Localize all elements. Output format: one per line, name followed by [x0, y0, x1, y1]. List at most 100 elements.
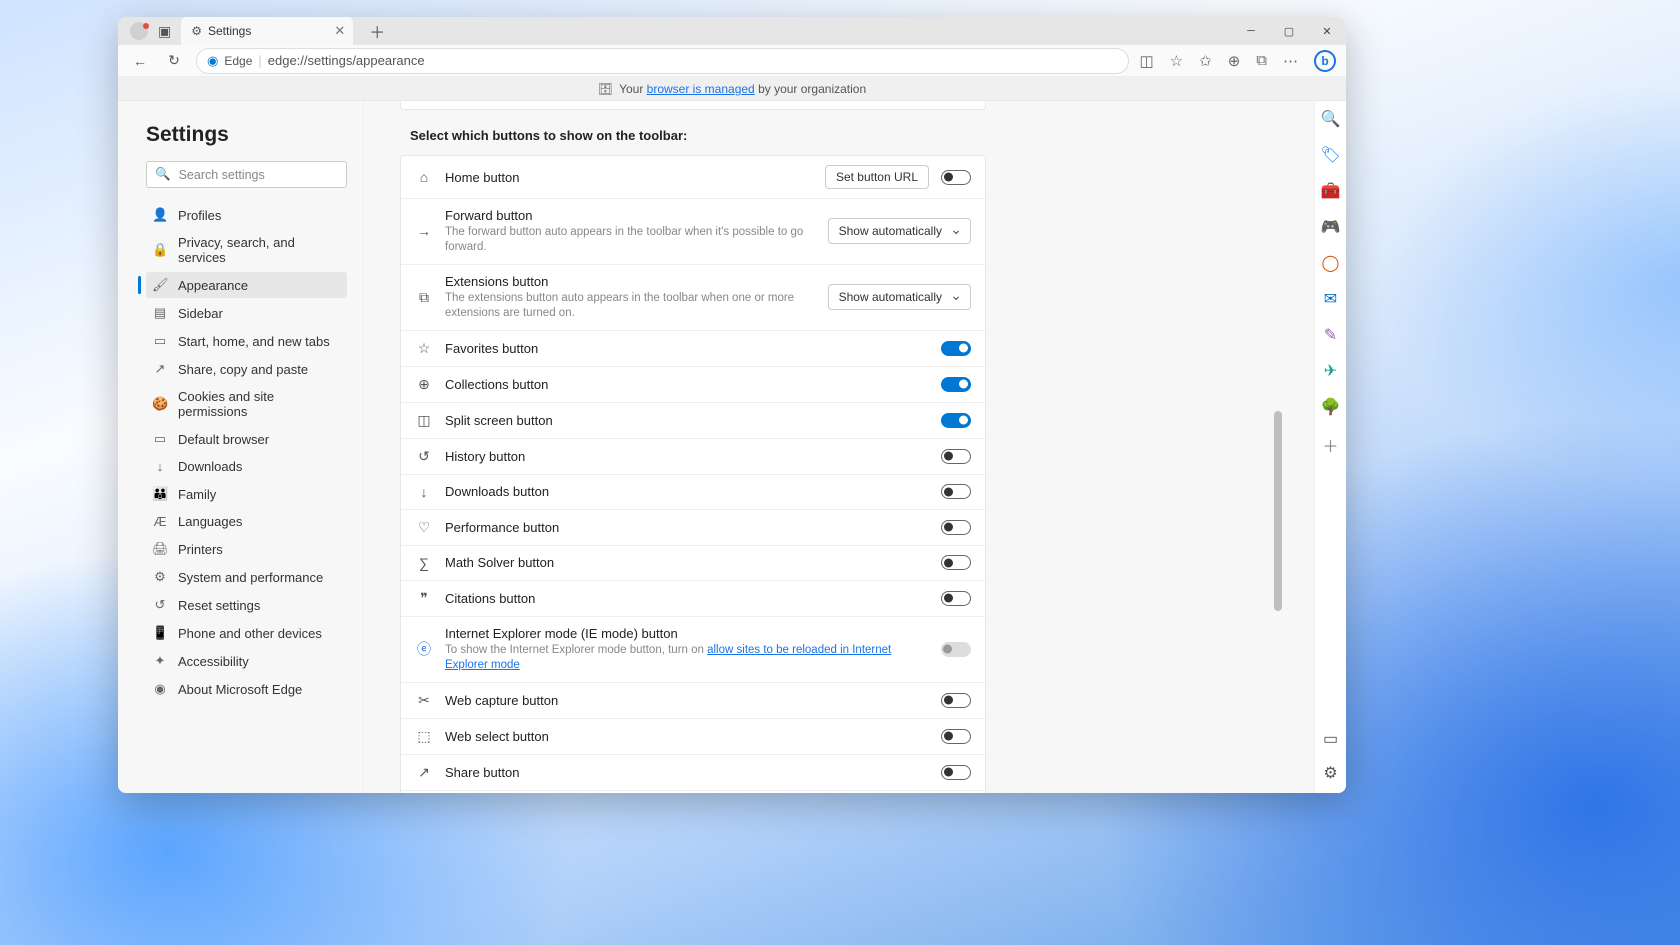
rail-edit-icon[interactable]: ✎ — [1324, 325, 1337, 345]
sidebar-item-start[interactable]: ▭Start, home, and new tabs — [146, 328, 347, 354]
sidebar-item-printers[interactable]: 🖨Printers — [146, 536, 347, 562]
set-home-url-button[interactable]: Set button URL — [825, 165, 929, 189]
sidebar-item-default-browser[interactable]: ▭Default browser — [146, 426, 347, 452]
row-downloads: ↓ Downloads button — [401, 475, 985, 510]
section-title: Select which buttons to show on the tool… — [400, 110, 986, 155]
share-toggle[interactable] — [941, 765, 971, 780]
row-ie-mode: ⓔ Internet Explorer mode (IE mode) butto… — [401, 617, 985, 683]
row-webselect: ⬚ Web select button — [401, 719, 985, 755]
search-settings-input[interactable]: 🔍 Search settings — [146, 161, 347, 188]
search-icon: 🔍 — [155, 167, 171, 182]
maximize-button[interactable]: ▢ — [1270, 17, 1308, 45]
back-button[interactable]: ← — [128, 49, 152, 73]
row-favorites: ☆ Favorites button — [401, 331, 985, 367]
sidebar-item-phone[interactable]: 📱Phone and other devices — [146, 620, 347, 646]
more-icon[interactable]: ⋯ — [1283, 52, 1298, 70]
rail-drop-icon[interactable]: ✈ — [1324, 361, 1337, 381]
row-forward: → Forward button The forward button auto… — [401, 199, 985, 265]
row-collections: ⊕ Collections button — [401, 367, 985, 403]
splitscreen-toggle[interactable] — [941, 413, 971, 428]
math-icon: ∑ — [415, 555, 433, 571]
minimize-button[interactable]: ─ — [1232, 17, 1270, 45]
toolbar-buttons-card: ⌂ Home button Set button URL → Forward b… — [400, 155, 986, 793]
sidebar-item-profiles[interactable]: 👤Profiles — [146, 202, 347, 228]
webcapture-toggle[interactable] — [941, 693, 971, 708]
extensions-row-icon: ⧉ — [415, 289, 433, 306]
tab-settings[interactable]: ⚙ Settings ✕ — [181, 17, 353, 45]
favorites-toggle[interactable] — [941, 341, 971, 356]
profile-avatar-icon[interactable] — [130, 22, 148, 40]
system-icon: ⚙ — [152, 569, 168, 585]
performance-toggle[interactable] — [941, 520, 971, 535]
favorite-star-icon[interactable]: ☆ — [1170, 52, 1183, 70]
home-toggle[interactable] — [941, 170, 971, 185]
sidebar-item-about[interactable]: ◉About Microsoft Edge — [146, 676, 347, 702]
sidebar-item-share[interactable]: ↗Share, copy and paste — [146, 356, 347, 382]
star-icon: ☆ — [415, 340, 433, 357]
scrollbar[interactable] — [1273, 101, 1282, 793]
rail-outlook-icon[interactable]: ✉ — [1324, 289, 1337, 309]
edge-logo-icon: ◉ — [207, 53, 218, 69]
rail-office-icon[interactable]: ◯ — [1322, 253, 1340, 273]
edge-sidebar: 🔍 🏷 🧰 🎮 ◯ ✉ ✎ ✈ 🌳 ＋ ▭ ⚙ — [1314, 101, 1346, 793]
sidebar-item-downloads[interactable]: ↓Downloads — [146, 454, 347, 479]
history-toggle[interactable] — [941, 449, 971, 464]
bing-chat-icon[interactable]: b — [1314, 50, 1336, 72]
history-icon: ↺ — [415, 448, 433, 465]
rail-games-icon[interactable]: 🎮 — [1321, 217, 1341, 237]
collections-icon[interactable]: ⊕ — [1228, 52, 1241, 70]
sidebar-item-sidebar[interactable]: ▤Sidebar — [146, 300, 347, 326]
printer-icon: 🖨 — [152, 541, 168, 557]
sidebar-icon: ▤ — [152, 305, 168, 321]
collections-toggle[interactable] — [941, 377, 971, 392]
extensions-icon[interactable]: ⧉ — [1256, 52, 1267, 69]
sidebar-item-reset[interactable]: ↺Reset settings — [146, 592, 347, 618]
split-screen-icon[interactable]: ◫ — [1139, 52, 1153, 70]
sidebar-item-cookies[interactable]: 🍪Cookies and site permissions — [146, 384, 347, 424]
rail-panel-icon[interactable]: ▭ — [1323, 729, 1338, 749]
managed-link[interactable]: browser is managed — [647, 82, 755, 96]
favorites-list-icon[interactable]: ✩ — [1199, 52, 1212, 70]
row-share: ↗ Share button — [401, 755, 985, 791]
address-field[interactable]: ◉ Edge | edge://settings/appearance — [196, 48, 1129, 74]
gear-icon: ⚙ — [191, 24, 202, 38]
row-splitscreen: ◫ Split screen button — [401, 403, 985, 439]
close-window-button[interactable]: ✕ — [1308, 17, 1346, 45]
sidebar-item-languages[interactable]: ÆLanguages — [146, 509, 347, 534]
rail-shopping-icon[interactable]: 🏷 — [1320, 145, 1340, 165]
webselect-toggle[interactable] — [941, 729, 971, 744]
tab-close-icon[interactable]: ✕ — [334, 23, 345, 39]
sidebar-item-system[interactable]: ⚙System and performance — [146, 564, 347, 590]
citations-toggle[interactable] — [941, 591, 971, 606]
rail-add-icon[interactable]: ＋ — [1322, 433, 1338, 457]
sidebar-item-appearance[interactable]: 🖌Appearance — [146, 272, 347, 298]
rail-settings-icon[interactable]: ⚙ — [1323, 763, 1337, 783]
content-area: Select which buttons to show on the tool… — [364, 101, 1314, 793]
address-bar-row: ← ↻ ◉ Edge | edge://settings/appearance … — [118, 45, 1346, 77]
forward-icon: → — [415, 223, 433, 239]
sidebar-item-family[interactable]: 👪Family — [146, 481, 347, 507]
home-icon: ⌂ — [415, 169, 433, 185]
rail-tree-icon[interactable]: 🌳 — [1321, 397, 1341, 417]
extensions-dropdown[interactable]: Show automatically — [828, 284, 971, 310]
row-citations: ❞ Citations button — [401, 581, 985, 617]
row-home-button: ⌂ Home button Set button URL — [401, 156, 985, 199]
briefcase-icon: 🗄 — [598, 82, 613, 96]
refresh-button[interactable]: ↻ — [162, 49, 186, 73]
rail-search-icon[interactable]: 🔍 — [1321, 109, 1341, 129]
new-tab-button[interactable]: ＋ — [363, 19, 391, 43]
downloads-toggle[interactable] — [941, 484, 971, 499]
forward-dropdown[interactable]: Show automatically — [828, 218, 971, 244]
share-icon: ↗ — [152, 361, 168, 377]
paint-icon: 🖌 — [152, 277, 168, 293]
rail-tools-icon[interactable]: 🧰 — [1321, 181, 1341, 201]
lock-icon: 🔒 — [152, 242, 168, 258]
mathsolver-toggle[interactable] — [941, 555, 971, 570]
sidebar-item-accessibility[interactable]: ✦Accessibility — [146, 648, 347, 674]
downloads-row-icon: ↓ — [415, 484, 433, 500]
share-row-icon: ↗ — [415, 764, 433, 781]
scrollbar-thumb[interactable] — [1274, 411, 1282, 611]
sidebar-item-privacy[interactable]: 🔒Privacy, search, and services — [146, 230, 347, 270]
workspaces-icon[interactable]: ▣ — [158, 23, 171, 40]
tab-title: Settings — [208, 24, 251, 38]
